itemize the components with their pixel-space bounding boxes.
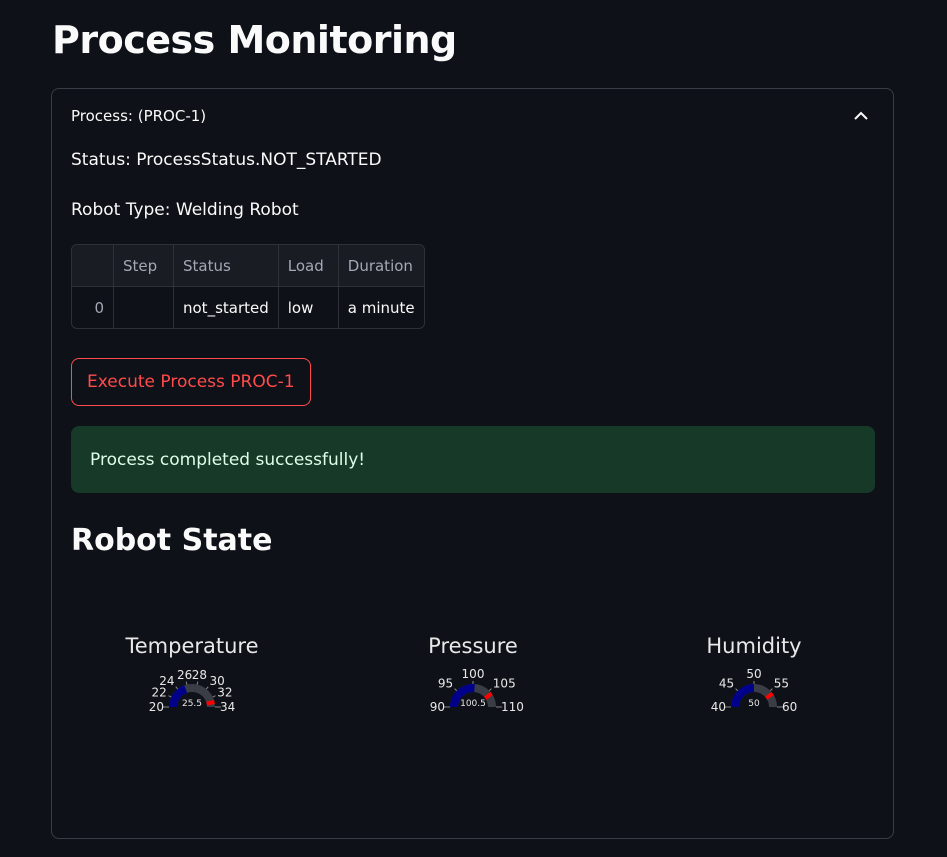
gauge-tick bbox=[735, 688, 739, 692]
column-header-index[interactable] bbox=[72, 245, 114, 287]
gauge-tick-label: 45 bbox=[719, 677, 734, 691]
gauge-tick-label: 55 bbox=[774, 677, 789, 691]
cell-step[interactable] bbox=[114, 287, 174, 328]
success-alert: Process completed successfully! bbox=[71, 426, 875, 493]
cell-load[interactable]: low bbox=[279, 287, 339, 328]
gauge-tick bbox=[168, 695, 172, 698]
humidity-gauge: Humidity 40 45 50 55 60 50 bbox=[644, 634, 864, 736]
gauge-tick-label: 95 bbox=[438, 677, 453, 691]
gauge-tick bbox=[175, 686, 179, 690]
gauge-tick bbox=[196, 681, 199, 685]
gauge-value-label: 100.5 bbox=[460, 699, 486, 709]
gauge-title: Temperature bbox=[125, 634, 259, 658]
gauge-value-label: 50 bbox=[748, 699, 760, 709]
gauge-tick-label: 40 bbox=[711, 700, 726, 714]
gauge-tick-label: 28 bbox=[192, 668, 207, 682]
gauge-title: Pressure bbox=[428, 634, 518, 658]
gauge-tick-label: 24 bbox=[159, 674, 174, 688]
column-header-load[interactable]: Load bbox=[278, 245, 339, 287]
gauge-tick bbox=[205, 686, 209, 690]
gauge-chart: 202224 26 28 30323425.5 bbox=[149, 668, 236, 714]
gauge-tick bbox=[769, 688, 773, 692]
gauge-tick bbox=[185, 681, 188, 685]
gauge-chart: 40 45 50 55 60 50 bbox=[711, 667, 798, 714]
execute-process-button[interactable]: Execute Process PROC-1 bbox=[71, 358, 311, 406]
table-header-row: Step Status Load Duration bbox=[72, 245, 424, 287]
expander-header[interactable]: Process: (PROC-1) bbox=[71, 107, 206, 125]
gauge-tick-label: 60 bbox=[782, 700, 797, 714]
cell-duration[interactable]: a minute bbox=[339, 287, 424, 328]
chevron-up-icon[interactable] bbox=[851, 105, 871, 125]
gauge-tick-label: 50 bbox=[746, 667, 761, 681]
gauge-tick-label: 100 bbox=[462, 667, 485, 681]
cell-status[interactable]: not_started bbox=[174, 287, 279, 328]
gauge-tick bbox=[212, 695, 216, 698]
temperature-gauge: Temperature 20 22 24 26 28 30 32 34 25.5 bbox=[82, 634, 302, 736]
robot-state-heading: Robot State bbox=[71, 523, 273, 558]
column-header-step[interactable]: Step bbox=[114, 245, 174, 287]
process-status-text: Status: ProcessStatus.NOT_STARTED bbox=[71, 150, 382, 170]
gauge-tick-label: 105 bbox=[493, 677, 516, 691]
steps-table: Step Status Load Duration 0 not_started … bbox=[71, 244, 425, 329]
gauge-tick-label: 20 bbox=[149, 700, 164, 714]
column-header-duration[interactable]: Duration bbox=[338, 245, 424, 287]
gauge-tick bbox=[488, 688, 492, 692]
gauge-value-label: 25.5 bbox=[182, 699, 202, 709]
page-title: Process Monitoring bbox=[52, 18, 457, 62]
gauge-tick-label: 32 bbox=[217, 686, 232, 700]
gauge-title: Humidity bbox=[706, 634, 802, 658]
gauge-tick-label: 110 bbox=[501, 700, 524, 714]
process-expander: Process: (PROC-1) Status: ProcessStatus.… bbox=[51, 88, 894, 839]
row-index: 0 bbox=[72, 287, 114, 328]
gauge-tick-label: 26 bbox=[177, 668, 192, 682]
pressure-gauge: Pressure 90 95 100 105 110 100.5 bbox=[363, 634, 583, 736]
gauge-tick bbox=[454, 688, 458, 692]
success-message: Process completed successfully! bbox=[90, 449, 366, 470]
column-header-status[interactable]: Status bbox=[174, 245, 279, 287]
table-row: 0 not_started low a minute bbox=[72, 287, 424, 328]
gauge-threshold-marker bbox=[206, 699, 215, 706]
gauge-tick-label: 34 bbox=[220, 700, 235, 714]
robot-type-text: Robot Type: Welding Robot bbox=[71, 200, 299, 220]
gauge-chart: 90 95 100 105 110 100.5 bbox=[430, 667, 524, 714]
gauge-tick-label: 90 bbox=[430, 700, 445, 714]
